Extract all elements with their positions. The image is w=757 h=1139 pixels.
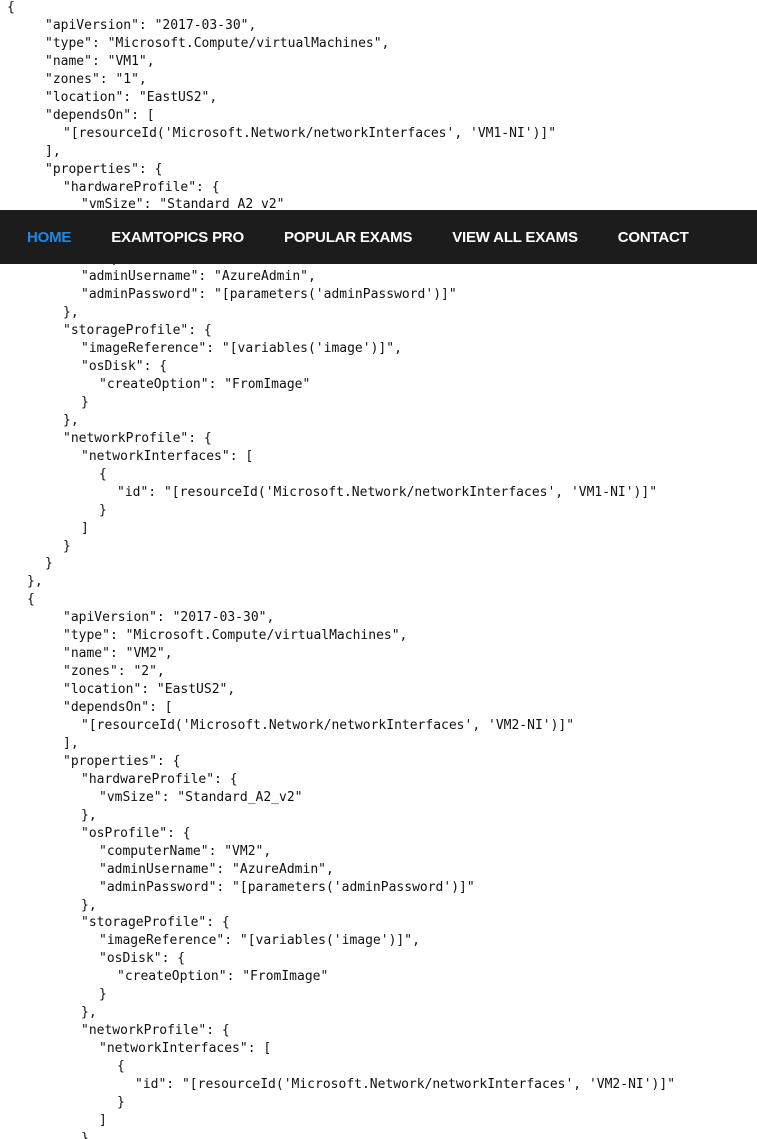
code-line: "storageProfile": { — [63, 323, 212, 339]
code-line: "adminPassword": "[parameters('adminPass… — [99, 879, 475, 895]
code-line: } — [81, 1130, 89, 1139]
code-line: "createOption": "FromImage" — [117, 969, 329, 985]
nav-item-view-all-exams[interactable]: VIEW ALL EXAMS — [452, 229, 578, 246]
code-line: { — [99, 466, 107, 482]
code-line: "type": "Microsoft.Compute/virtualMachin… — [63, 628, 408, 644]
code-line: }, — [81, 1005, 97, 1021]
code-line: "hardwareProfile": { — [81, 771, 238, 787]
code-line: } — [45, 556, 53, 572]
code-line: } — [99, 987, 107, 1003]
code-line: }, — [63, 412, 79, 428]
code-line: "[resourceId('Microsoft.Network/networkI… — [63, 125, 557, 141]
code-line: "properties": { — [63, 753, 181, 769]
code-line: { — [27, 592, 35, 608]
code-line: "name": "VM2", — [63, 646, 173, 662]
code-line: }, — [27, 574, 43, 590]
code-line: "networkProfile": { — [63, 430, 212, 446]
code-line: "dependsOn": [ — [63, 700, 173, 716]
code-line: }, — [81, 897, 97, 913]
code-block: { "apiVersion": "2017-03-30", "type": "Mic… — [0, 0, 757, 1139]
code-line: "imageReference": "[variables('image')]"… — [99, 933, 420, 949]
code-line: "createOption": "FromImage" — [99, 376, 311, 392]
code-line: } — [81, 394, 89, 410]
code-line: "[resourceId('Microsoft.Network/networkI… — [81, 718, 575, 733]
code-line: } — [63, 538, 71, 554]
code-line: "adminUsername": "AzureAdmin", — [99, 861, 334, 877]
code-line: "zones": "2", — [63, 664, 165, 680]
code-line: "networkInterfaces": [ — [99, 1041, 272, 1057]
code-line: "adminUsername": "AzureAdmin", — [81, 269, 316, 285]
code-line: ], — [63, 735, 79, 751]
nav-item-home[interactable]: HOME — [27, 229, 71, 246]
code-line: "osDisk": { — [99, 951, 186, 967]
code-line: "dependsOn": [ — [45, 107, 155, 123]
code-line: ] — [81, 520, 89, 536]
code-line: "networkInterfaces": [ — [81, 448, 254, 464]
code-line: "location": "EastUS2", — [63, 682, 236, 698]
code-line: "osDisk": { — [81, 359, 168, 374]
code-line: "adminPassword": "[parameters('adminPass… — [81, 287, 457, 303]
nav-item-contact[interactable]: CONTACT — [618, 229, 689, 246]
code-line: }, — [81, 807, 97, 823]
code-line: "computerName": "VM2", — [99, 843, 272, 859]
code-line: "imageReference": "[variables('image')]"… — [81, 341, 402, 357]
code-line: "properties": { — [45, 161, 163, 177]
code-line: "storageProfile": { — [81, 915, 230, 931]
code-line: "apiVersion": "2017-03-30", — [45, 17, 257, 33]
code-line: }, — [63, 305, 79, 321]
code-line: "id": "[resourceId('Microsoft.Network/ne… — [135, 1077, 676, 1092]
code-line: ], — [45, 143, 61, 159]
code-line: } — [117, 1094, 125, 1110]
code-line: "name": "VM1", — [45, 53, 155, 69]
code-line: "zones": "1", — [45, 71, 147, 87]
nav-item-examtopics-pro[interactable]: EXAMTOPICS PRO — [111, 229, 244, 246]
nav-item-popular-exams[interactable]: POPULAR EXAMS — [284, 229, 412, 246]
code-line: ] — [99, 1112, 107, 1128]
top-navbar: HOME EXAMTOPICS PRO POPULAR EXAMS VIEW A… — [0, 210, 757, 264]
code-line: "apiVersion": "2017-03-30", — [63, 610, 275, 626]
code-line: "networkProfile": { — [81, 1023, 230, 1039]
code-line: "location": "EastUS2", — [45, 89, 218, 105]
code-line: "id": "[resourceId('Microsoft.Network/ne… — [117, 484, 658, 500]
code-line: { — [117, 1059, 125, 1075]
code-line: "hardwareProfile": { — [63, 179, 220, 195]
code-line: } — [99, 502, 107, 518]
code-line: "vmSize": "Standard_A2_v2" — [99, 789, 303, 805]
code-line: "osProfile": { — [81, 825, 191, 841]
code-line: "type": "Microsoft.Compute/virtualMachin… — [45, 35, 390, 51]
code-line: { — [7, 0, 15, 15]
